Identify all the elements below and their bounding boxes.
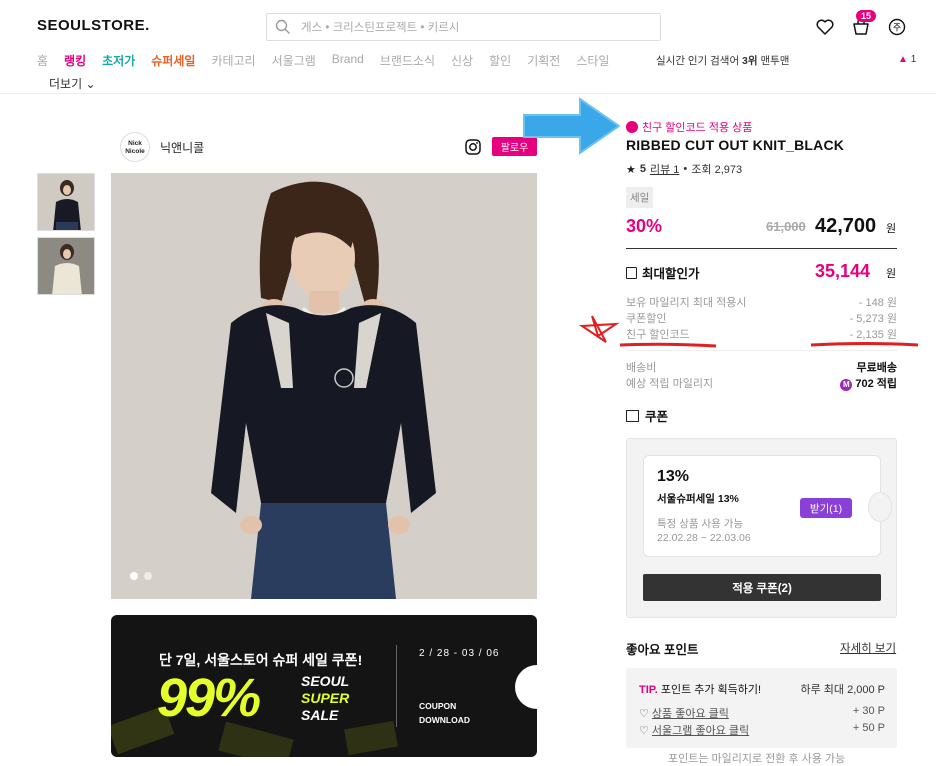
search-input[interactable]: 게스 • 크리스틴프로젝트 • 키르시 (266, 13, 661, 41)
original-price: 61,000 (766, 219, 806, 234)
product-title: RIBBED CUT OUT KNIT_BLACK (626, 137, 845, 153)
nav-new[interactable]: 신상 (451, 52, 473, 69)
pagination-dot-active[interactable] (130, 572, 138, 580)
rank-change: ▲ 1 (898, 54, 917, 65)
mileage-icon: M (840, 379, 853, 391)
coupon-panel: 13% 서울슈퍼세일 13% 특정 상품 사용 가능 22.02.28 ~ 22… (626, 438, 897, 618)
nav-brand-news[interactable]: 브랜드소식 (380, 52, 435, 69)
search-icon (275, 19, 290, 34)
nav-exhibition[interactable]: 기획전 (527, 52, 560, 69)
view-count: 조회 2,973 (691, 164, 743, 176)
tip-row-product-like[interactable]: ♡ 상품 좋아요 클릭 + 30 P (639, 705, 885, 721)
product-thumbnail-2[interactable] (37, 237, 95, 295)
main-nav: 홈 랭킹 초저가 슈퍼세일 카테고리 서울그램 Brand 브랜드소식 신상 할… (37, 52, 609, 69)
search-placeholder: 게스 • 크리스틴프로젝트 • 키르시 (301, 22, 460, 34)
more-menu-button[interactable]: 더보기 ⌄ (49, 75, 96, 92)
discount-row-coupon: 쿠폰할인 - 5,273 원 (626, 313, 897, 325)
follow-button[interactable]: 팔로우 (492, 137, 537, 156)
nav-style[interactable]: 스타일 (576, 52, 609, 69)
tip-row-seoulgram-like[interactable]: ♡ 서울그램 좋아요 클릭 + 50 P (639, 722, 885, 738)
friend-code-tag: 친구 할인코드 적용 상품 (626, 119, 752, 135)
mileage-row: 예상 적립 마일리지 M 702 적립 (626, 378, 897, 391)
discount-row-friend-code: 친구 할인코드 - 2,135 원 (626, 329, 897, 341)
banner-sale-text: SEOUL SUPER SALE (301, 673, 350, 723)
coupon-dates: 22.02.28 ~ 22.03.06 (657, 532, 751, 544)
coupon-description: 특정 상품 사용 가능 (657, 518, 744, 530)
cart-count-badge: 15 (856, 10, 877, 22)
chevron-down-icon: ⌄ (85, 77, 96, 91)
review-link[interactable]: 리뷰 1 (650, 161, 679, 177)
sale-price: 42,700 (815, 215, 877, 237)
price-unit: 원 (886, 223, 897, 235)
cart-button[interactable]: 15 (852, 10, 877, 36)
header-divider (0, 93, 936, 94)
nav-brand[interactable]: Brand (332, 52, 364, 69)
calculator-icon (626, 266, 637, 279)
shipping-row: 배송비 무료배송 (626, 362, 897, 374)
account-icon[interactable]: 주 (888, 18, 906, 36)
max-discount-price: 35,144 (815, 261, 871, 281)
max-price-unit: 원 (886, 268, 897, 280)
instagram-icon[interactable] (465, 139, 481, 155)
coupon-icon (626, 409, 639, 422)
brand-name[interactable]: 닉앤니콜 (160, 139, 204, 156)
site-logo[interactable]: SEOULSTORE. (37, 17, 150, 34)
coupon-heading: 쿠폰 (626, 406, 668, 425)
nav-lowest-price[interactable]: 초저가 (102, 52, 135, 69)
discount-divider (626, 350, 897, 351)
nav-home[interactable]: 홈 (37, 52, 48, 69)
points-note: 포인트는 마일리지로 전환 후 사용 가능 (668, 753, 846, 765)
tip-panel: TIP. 포인트 추가 획득하기! 하루 최대 2,000 P ♡ 상품 좋아요… (626, 668, 897, 748)
price-divider (626, 248, 897, 249)
heart-outline-icon: ♡ (639, 708, 652, 720)
coupon-name: 서울슈퍼세일 13% (657, 493, 739, 505)
like-points-heading: 좋아요 포인트 (626, 643, 699, 657)
annotation-arrow (523, 97, 621, 155)
heart-outline-icon: ♡ (639, 725, 652, 737)
svg-text:주: 주 (893, 23, 901, 34)
discount-row-mileage: 보유 마일리지 최대 적용시 - 148 원 (626, 297, 897, 309)
banner-date: 2 / 28 - 03 / 06 (419, 648, 500, 659)
star-icon: ★ (626, 163, 636, 176)
banner-coupon-download[interactable]: COUPON DOWNLOAD (419, 699, 470, 727)
rating-row: ★ 5 리뷰 1 • 조회 2,973 (626, 161, 743, 177)
get-coupon-button[interactable]: 받기(1) (800, 498, 852, 518)
heart-icon[interactable] (816, 19, 834, 35)
coupon-notch (868, 492, 892, 522)
tip-daily-max: 하루 최대 2,000 P (800, 684, 885, 696)
product-main-image[interactable] (111, 173, 537, 599)
product-thumbnail-1[interactable] (37, 173, 95, 231)
nav-ranking[interactable]: 랭킹 (64, 52, 86, 69)
tip-title: TIP. 포인트 추가 획득하기! (639, 684, 762, 696)
apply-coupon-button[interactable]: 적용 쿠폰(2) (643, 574, 881, 601)
coupon-card: 13% 서울슈퍼세일 13% 특정 상품 사용 가능 22.02.28 ~ 22… (643, 455, 892, 557)
nav-category[interactable]: 카테고리 (211, 52, 255, 69)
nav-super-sale[interactable]: 슈퍼세일 (151, 52, 195, 69)
sale-badge: 세일 (626, 187, 654, 208)
nav-discount[interactable]: 할인 (489, 52, 511, 69)
like-points-detail-link[interactable]: 자세히 보기 (840, 640, 896, 656)
arrow-up-icon: ▲ (898, 54, 908, 65)
pagination-dot[interactable] (144, 572, 152, 580)
super-sale-banner[interactable]: 단 7일, 서울스토어 슈퍼 세일 쿠폰! 99% SEOUL SUPER SA… (111, 615, 537, 757)
max-discount-label: 최대할인가 (626, 263, 700, 282)
person-icon (626, 121, 638, 133)
brand-logo[interactable]: Nick Nicole (120, 132, 150, 162)
coupon-percent: 13% (657, 468, 690, 485)
discount-rate: 30% (626, 216, 663, 236)
nav-seoulgram[interactable]: 서울그램 (272, 52, 316, 69)
banner-percent: 99% (157, 668, 261, 728)
trending-searches[interactable]: 실시간 인기 검색어 3위 맨투맨 (656, 53, 789, 68)
banner-divider (396, 645, 397, 727)
image-pagination (130, 572, 152, 580)
